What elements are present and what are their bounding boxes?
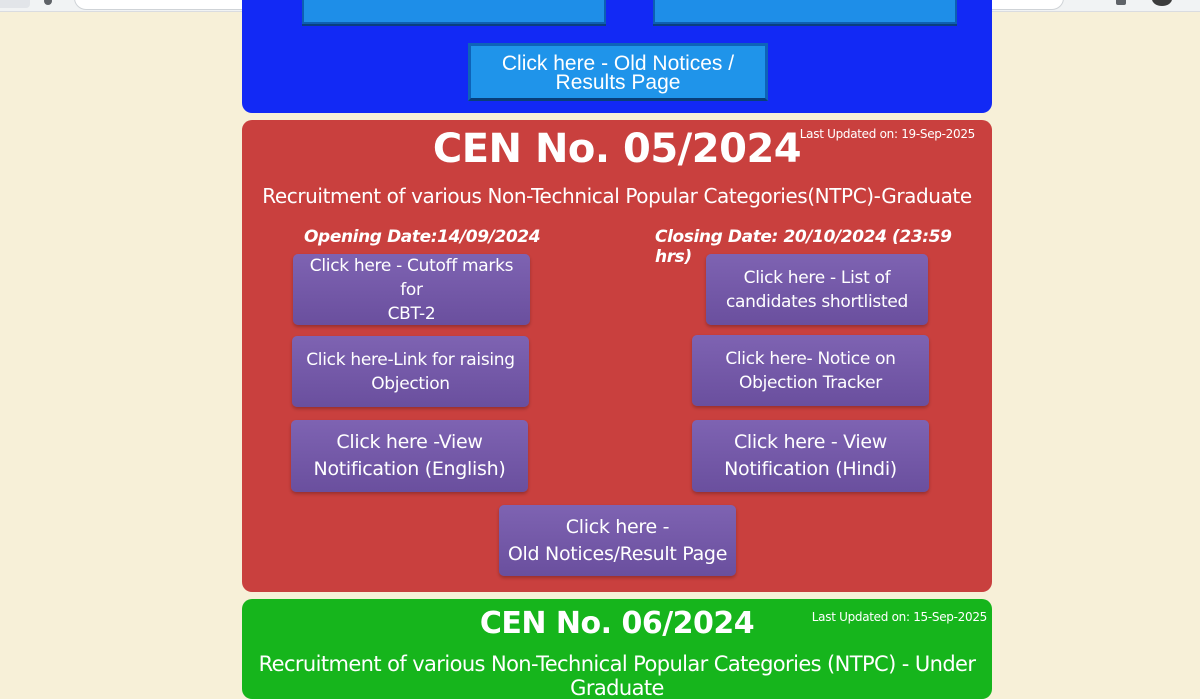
cen-05-2024-subtitle: Recruitment of various Non-Technical Pop… [262, 184, 972, 208]
profile-avatar[interactable] [1152, 0, 1172, 6]
previous-section-button-left[interactable] [302, 0, 606, 24]
cutoff-marks-cbt2-button[interactable]: Click here - Cutoff marks for CBT-2 [293, 254, 530, 325]
raise-objection-button[interactable]: Click here-Link for raising Objection [292, 336, 529, 407]
cen-06-2024-subtitle: Recruitment of various Non-Technical Pop… [258, 652, 976, 699]
previous-section-panel: Click here - Old Notices / Results Page [242, 0, 992, 113]
old-notices-results-button[interactable]: Click here - Old Notices / Results Page [468, 43, 768, 101]
cen-06-2024-panel: CEN No. 06/2024 Last Updated on: 15-Sep-… [242, 599, 992, 699]
notification-hindi-button[interactable]: Click here - View Notification (Hindi) [692, 420, 929, 492]
extension-icon[interactable] [1116, 0, 1126, 5]
previous-section-button-right[interactable] [653, 0, 957, 24]
browser-tab[interactable] [0, 0, 30, 8]
opening-date: Opening Date:14/09/2024 [304, 227, 541, 247]
cen-06-2024-last-updated: Last Updated on: 15-Sep-2025 [811, 610, 988, 624]
back-icon[interactable] [44, 0, 52, 5]
shortlisted-candidates-button[interactable]: Click here - List of candidates shortlis… [706, 254, 928, 325]
cen-05-2024-panel: CEN No. 05/2024 Last Updated on: 19-Sep-… [242, 120, 992, 592]
objection-tracker-notice-button[interactable]: Click here- Notice on Objection Tracker [692, 335, 929, 406]
notification-english-button[interactable]: Click here -View Notification (English) [291, 420, 528, 492]
old-notices-result-page-button[interactable]: Click here - Old Notices/Result Page [499, 505, 736, 576]
cen-05-2024-last-updated: Last Updated on: 19-Sep-2025 [799, 127, 976, 141]
